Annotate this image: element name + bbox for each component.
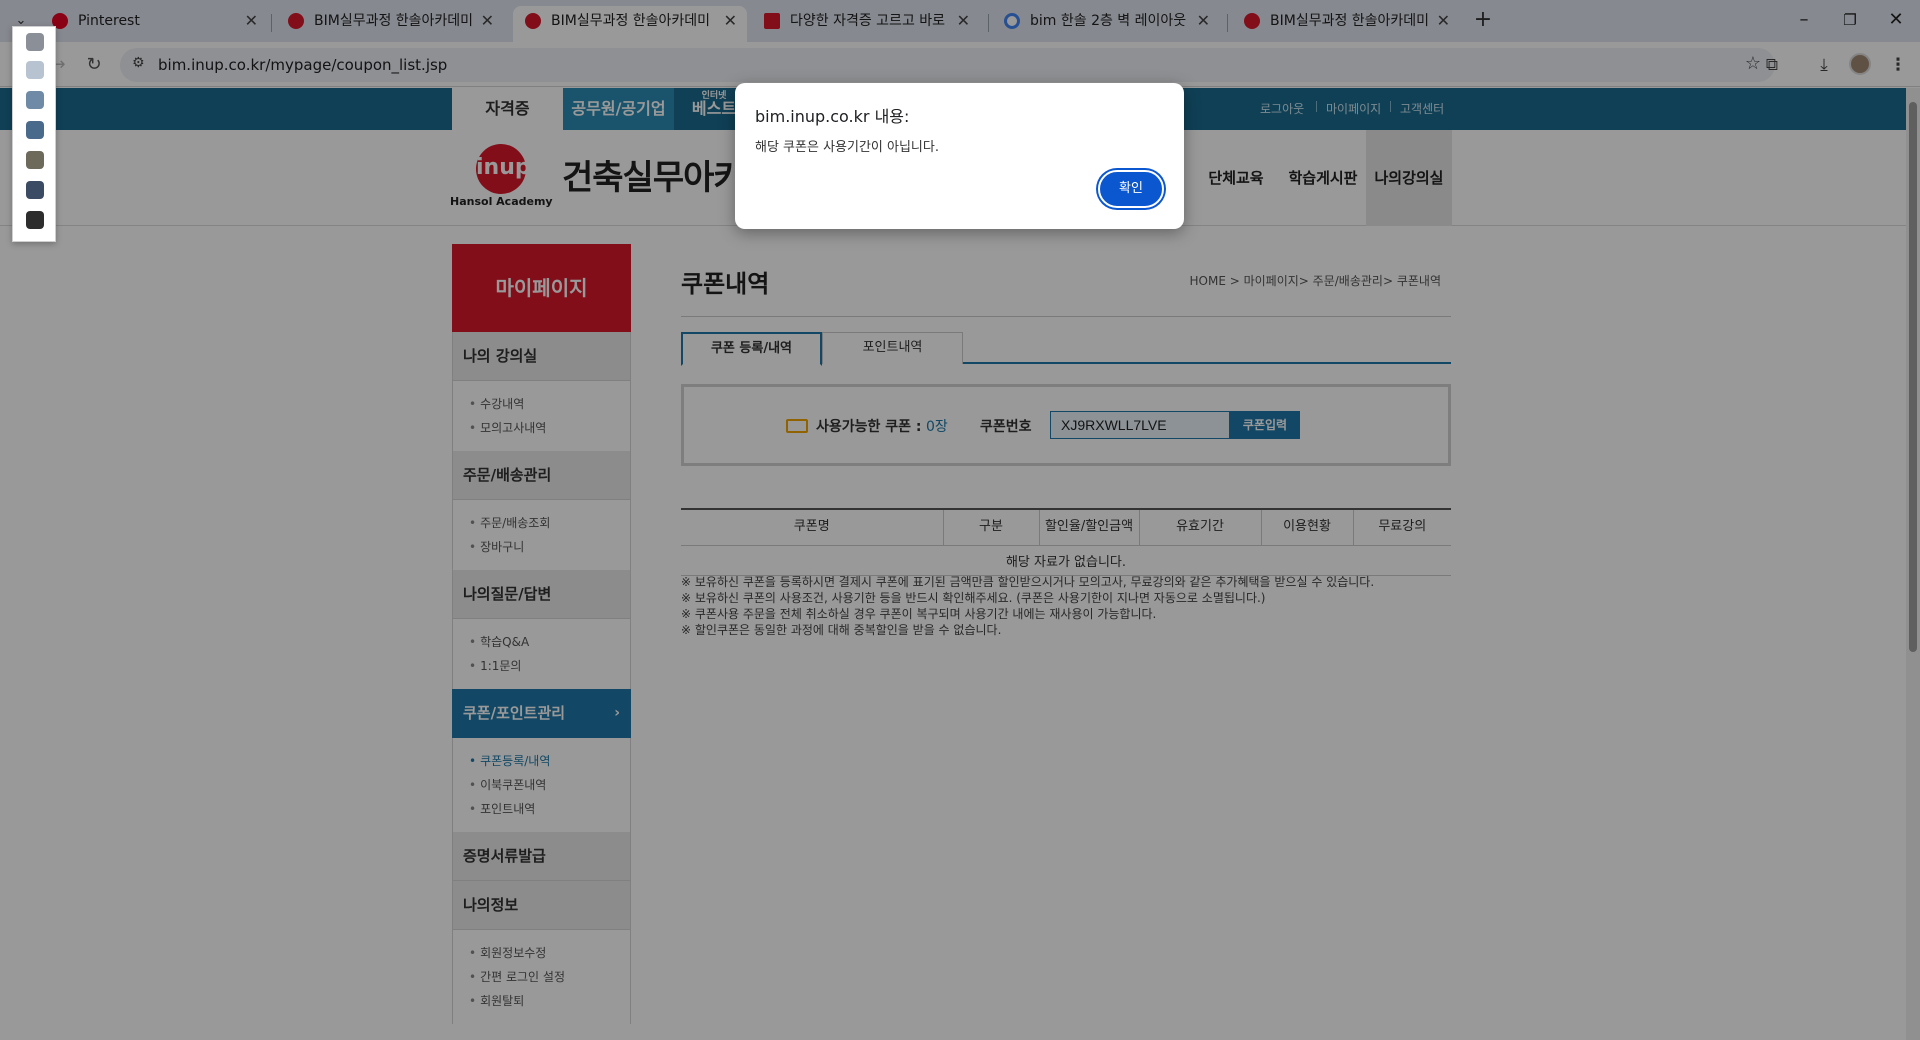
tab-thumbnail-icon[interactable] (26, 211, 44, 229)
dialog-ok-button[interactable]: 확인 (1098, 170, 1164, 208)
tab-thumbnail-icon[interactable] (26, 121, 44, 139)
tab-thumbnail-icon[interactable] (26, 91, 44, 109)
tab-thumbnail-icon[interactable] (26, 151, 44, 169)
tab-search-popup (12, 26, 56, 242)
dialog-title: bim.inup.co.kr 내용: (755, 107, 910, 126)
tab-thumbnail-icon[interactable] (26, 33, 44, 51)
alert-dialog: bim.inup.co.kr 내용: 해당 쿠폰은 사용기간이 아닙니다. 확인 (735, 83, 1184, 229)
dialog-message: 해당 쿠폰은 사용기간이 아닙니다. (755, 140, 939, 155)
tab-thumbnail-icon[interactable] (26, 181, 44, 199)
tab-thumbnail-icon[interactable] (26, 61, 44, 79)
